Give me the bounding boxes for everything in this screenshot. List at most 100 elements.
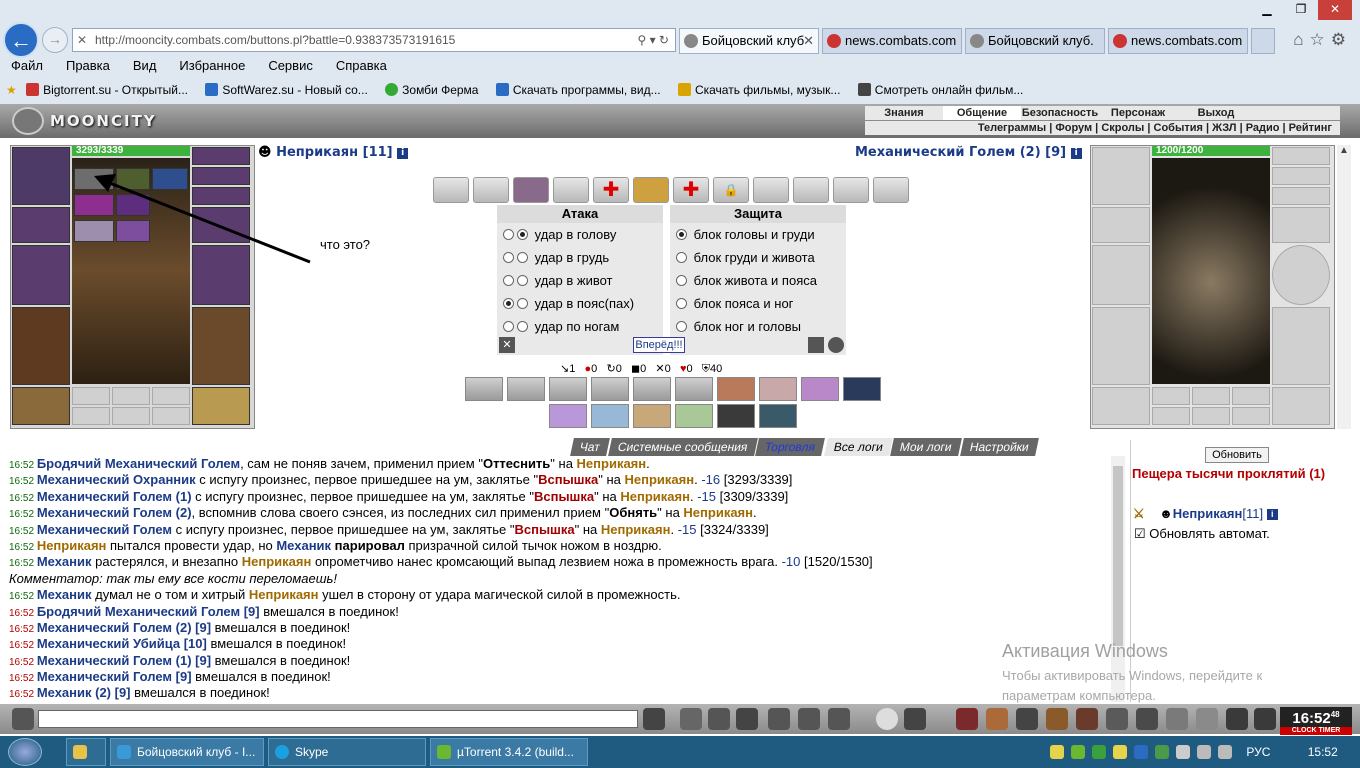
taskbar-clock[interactable]: 15:52 — [1308, 745, 1338, 759]
tab-chat[interactable]: Чат — [570, 438, 610, 456]
menu-edit[interactable]: Правка — [66, 58, 110, 73]
amulet-slot[interactable] — [1272, 167, 1330, 185]
helmet-slot[interactable] — [1092, 147, 1150, 205]
forward-button[interactable]: → — [42, 27, 68, 53]
tab-3[interactable]: news.combats.com — [1108, 28, 1248, 54]
sound-icon[interactable] — [828, 708, 850, 730]
quick-action-icon[interactable] — [1046, 708, 1068, 730]
shield-slot[interactable] — [1272, 245, 1330, 305]
close-icon[interactable]: ✕ — [1318, 0, 1352, 20]
attack-option[interactable]: удар в голову — [497, 223, 663, 246]
tray-icon[interactable] — [1113, 745, 1127, 759]
player-entry[interactable]: ⚔ ☻Неприкаян[11] i — [1133, 506, 1278, 522]
radio-right[interactable] — [517, 229, 528, 240]
radio-right[interactable] — [517, 298, 528, 309]
tab-all-logs[interactable]: Все логи — [823, 438, 893, 456]
tray-icon[interactable] — [1071, 745, 1085, 759]
empty-slot[interactable] — [1192, 387, 1230, 405]
empty-slot[interactable] — [72, 407, 110, 425]
menu-favorites[interactable]: Избранное — [179, 58, 245, 73]
helmet-icon[interactable] — [904, 708, 926, 730]
quick-action-icon[interactable] — [986, 708, 1008, 730]
exit-icon[interactable] — [1254, 708, 1276, 730]
defense-option[interactable]: блок головы и груди — [670, 223, 846, 246]
radio-left[interactable] — [503, 229, 514, 240]
taskbar-item-skype[interactable]: Skype — [268, 738, 426, 766]
defense-option[interactable]: блок живота и пояса — [670, 269, 846, 292]
quick-action-icon[interactable] — [956, 708, 978, 730]
empty-slot[interactable] — [112, 387, 150, 405]
quick-action-icon[interactable] — [1016, 708, 1038, 730]
skill-icon[interactable] — [465, 377, 503, 401]
skill-icon[interactable] — [591, 377, 629, 401]
weapon-slot[interactable] — [1092, 245, 1150, 305]
skill-icon[interactable] — [507, 377, 545, 401]
tab-my-logs[interactable]: Мои логи — [890, 438, 963, 456]
trick-slot[interactable] — [513, 177, 549, 203]
nav-security[interactable]: Безопасность — [1021, 106, 1099, 120]
radio-left[interactable] — [503, 298, 514, 309]
earrings-slot[interactable] — [192, 147, 250, 165]
people-icon[interactable] — [768, 708, 790, 730]
skill-icon[interactable] — [633, 377, 671, 401]
search-refresh-icon[interactable]: ⚲ ▾ ↻ — [637, 29, 669, 51]
fav-link-5[interactable]: Смотреть онлайн фильм... — [857, 83, 1023, 97]
chat-input[interactable] — [38, 710, 638, 728]
skill-icon[interactable] — [549, 404, 587, 428]
network-icon[interactable] — [1197, 745, 1211, 759]
helmet-slot[interactable] — [12, 147, 70, 205]
skill-icon[interactable] — [717, 404, 755, 428]
empty-slot[interactable] — [1152, 387, 1190, 405]
shield-icon[interactable] — [808, 337, 824, 353]
taskbar-item-ie[interactable]: Бойцовский клуб - I... — [110, 738, 264, 766]
legs-slot[interactable] — [1272, 307, 1330, 385]
bluetooth-icon[interactable] — [1134, 745, 1148, 759]
address-bar[interactable]: ✕ http://mooncity.combats.com/buttons.pl… — [72, 28, 676, 52]
back-button[interactable]: ← — [3, 22, 39, 58]
fav-link-1[interactable]: SoftWarez.su - Новый со... — [205, 83, 368, 97]
radio[interactable] — [676, 275, 687, 286]
minimize-icon[interactable]: ▁ — [1250, 0, 1284, 20]
tray-icon[interactable] — [1092, 745, 1106, 759]
checkbox-icon[interactable]: ☑ — [1134, 526, 1146, 541]
trick-slot[interactable] — [793, 177, 829, 203]
menu-view[interactable]: Вид — [133, 58, 157, 73]
empty-slot[interactable] — [152, 387, 190, 405]
bracers-slot[interactable] — [12, 207, 70, 243]
quick-action-icon[interactable] — [1136, 708, 1158, 730]
empty-slot[interactable] — [1192, 407, 1230, 425]
auto-update-option[interactable]: ☑ Обновлять автомат. — [1134, 526, 1270, 542]
empty-slot[interactable] — [152, 407, 190, 425]
send-icon[interactable] — [643, 708, 665, 730]
bracers-slot[interactable] — [1092, 207, 1150, 243]
armor-slot[interactable] — [1092, 307, 1150, 385]
defense-option[interactable]: блок ног и головы — [670, 315, 846, 338]
close-icon[interactable]: ✕ — [803, 29, 814, 53]
nav-communication[interactable]: Общение — [943, 106, 1021, 120]
quick-action-icon[interactable] — [1166, 708, 1188, 730]
earrings-slot[interactable] — [1272, 147, 1330, 165]
smiley-icon[interactable] — [876, 708, 898, 730]
radio-left[interactable] — [503, 275, 514, 286]
radio-right[interactable] — [517, 321, 528, 332]
empty-slot[interactable] — [1152, 407, 1190, 425]
save-icon[interactable] — [736, 708, 758, 730]
quick-action-icon[interactable] — [1196, 708, 1218, 730]
gloves-slot[interactable] — [1272, 207, 1330, 243]
empty-slot[interactable] — [72, 387, 110, 405]
boots-slot[interactable] — [1272, 387, 1330, 425]
heal-icon[interactable]: ✚ — [593, 177, 629, 203]
fav-link-3[interactable]: Скачать программы, вид... — [495, 83, 661, 97]
attack-option[interactable]: удар в живот — [497, 269, 663, 292]
defense-option[interactable]: блок груди и живота — [670, 246, 846, 269]
flag-icon[interactable] — [1176, 745, 1190, 759]
belt-slot[interactable] — [1092, 387, 1150, 425]
skill-icon[interactable] — [675, 377, 713, 401]
tray-icon[interactable] — [1155, 745, 1169, 759]
legs-slot[interactable] — [192, 307, 250, 385]
skill-icon[interactable] — [843, 377, 881, 401]
armor-slot[interactable] — [12, 307, 70, 385]
skill-icon[interactable] — [717, 377, 755, 401]
radio-left[interactable] — [503, 252, 514, 263]
trick-slot[interactable] — [753, 177, 789, 203]
